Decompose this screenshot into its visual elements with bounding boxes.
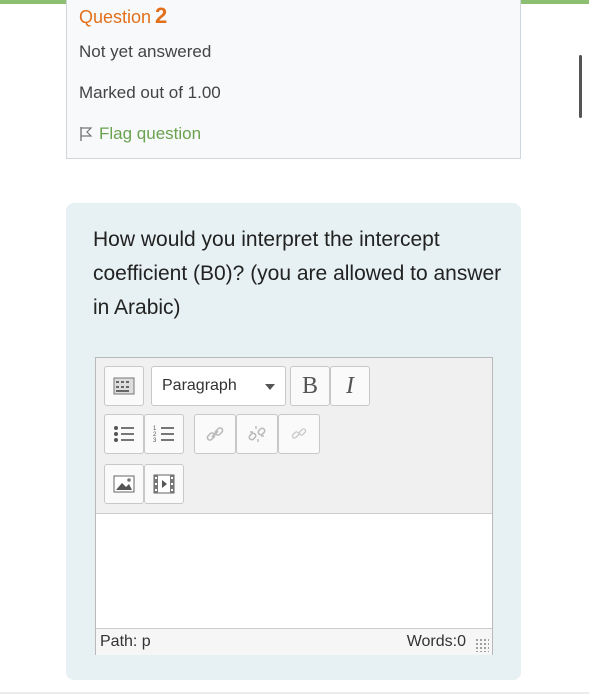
media-icon (153, 474, 175, 494)
emoticon-icon (291, 428, 307, 439)
emoticon-button[interactable] (278, 414, 320, 454)
editor-content-area[interactable] (96, 514, 492, 627)
insert-media-button[interactable] (144, 464, 184, 504)
insert-image-button[interactable] (104, 464, 144, 504)
bullet-list-button[interactable] (104, 414, 144, 454)
scrollbar-thumb[interactable] (579, 55, 582, 118)
bottom-divider (0, 692, 589, 694)
italic-button[interactable]: I (330, 366, 370, 406)
toolbar-toggle-button[interactable] (104, 366, 144, 406)
element-path: Path: p (100, 633, 151, 650)
link-button[interactable] (194, 414, 236, 454)
question-number: Question 2 (79, 3, 168, 28)
answer-editor: Paragraph B I 1 2 3 Path: p Words:0 (95, 357, 493, 655)
question-content-panel: How would you interpret the intercept co… (66, 203, 521, 680)
format-select[interactable]: Paragraph (151, 366, 286, 406)
unlink-icon (248, 426, 266, 442)
editor-statusbar: Path: p Words:0 (96, 628, 492, 655)
question-text: How would you interpret the intercept co… (93, 228, 502, 319)
marks-label: Marked out of 1.00 (79, 83, 221, 102)
svg-text:3: 3 (153, 438, 157, 444)
word-count: Words:0 (406, 633, 466, 650)
link-icon (206, 427, 224, 441)
numbered-list-button[interactable]: 1 2 3 (144, 414, 184, 454)
image-icon (113, 475, 135, 493)
bold-button[interactable]: B (290, 366, 330, 406)
toolbar-toggle-icon (113, 377, 135, 395)
editor-toolbar: Paragraph B I 1 2 3 (96, 358, 492, 514)
question-info-panel: Question 2 Not yet answered Marked out of… (66, 0, 521, 159)
flag-icon (80, 127, 93, 141)
chevron-down-icon (265, 384, 275, 390)
resize-handle-icon[interactable] (475, 638, 489, 652)
unlink-button[interactable] (236, 414, 278, 454)
bullet-list-icon (114, 426, 134, 442)
numbered-list-icon: 1 2 3 (153, 426, 174, 444)
flag-question-link[interactable]: Flag question (79, 124, 201, 144)
answer-status: Not yet answered (79, 42, 212, 61)
